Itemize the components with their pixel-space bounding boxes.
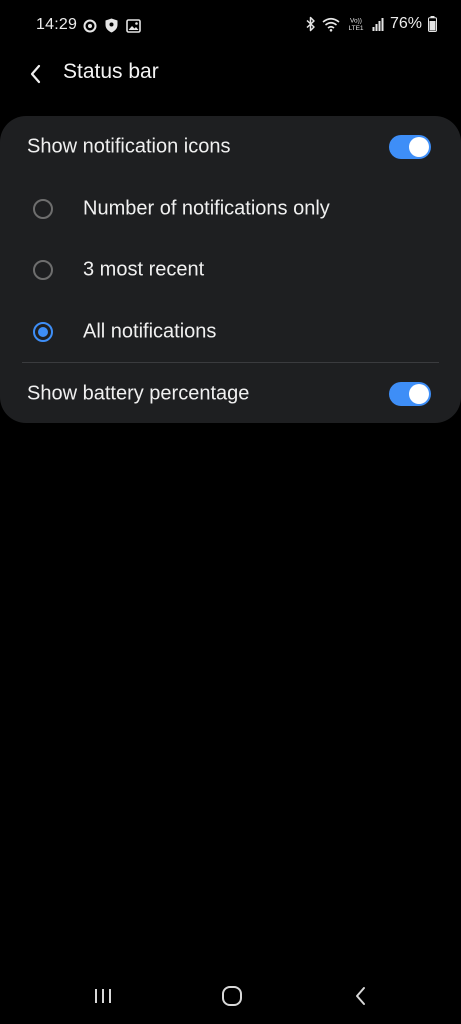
home-icon: [218, 982, 246, 1010]
show-notification-icons-label: Show notification icons: [27, 135, 231, 158]
show-battery-percentage-label: Show battery percentage: [27, 382, 250, 405]
wifi-icon: [322, 17, 340, 32]
status-bar: 14:29 Vo)) LTE1 76%: [0, 0, 461, 52]
battery-percentage: 76%: [389, 15, 422, 32]
app-header: Status bar: [0, 52, 461, 96]
battery-icon: [428, 16, 437, 32]
nav-back-button[interactable]: [347, 982, 375, 1010]
show-notification-icons-row[interactable]: Show notification icons: [0, 116, 461, 178]
status-time: 14:29: [36, 16, 78, 33]
back-icon: [347, 982, 375, 1010]
toggle-knob: [409, 384, 429, 404]
back-button[interactable]: [22, 60, 50, 88]
shield-icon: [105, 18, 118, 33]
chevron-left-icon: [22, 60, 50, 88]
image-icon: [126, 18, 141, 33]
home-button[interactable]: [218, 982, 246, 1010]
notification-icons: [83, 18, 141, 33]
navigation-bar: [0, 968, 461, 1024]
system-icons: Vo)) LTE1 76%: [306, 15, 437, 33]
show-battery-percentage-row[interactable]: Show battery percentage: [0, 363, 461, 425]
recents-button[interactable]: [89, 982, 117, 1010]
option-number-only[interactable]: Number of notifications only: [0, 178, 461, 240]
show-battery-percentage-toggle[interactable]: [389, 382, 431, 406]
option-label: All notifications: [83, 320, 217, 343]
option-label: Number of notifications only: [83, 197, 330, 220]
show-notification-icons-toggle[interactable]: [389, 135, 431, 159]
radio-all-notifications[interactable]: [33, 322, 53, 342]
settings-card: Show notification icons Number of notifi…: [0, 116, 461, 423]
bluetooth-icon: [306, 16, 316, 32]
option-3-most-recent[interactable]: 3 most recent: [0, 239, 461, 301]
option-all-notifications[interactable]: All notifications: [0, 301, 461, 363]
page-title: Status bar: [63, 60, 159, 83]
svg-text:Vo)): Vo)): [350, 18, 362, 25]
signal-icon: [372, 17, 384, 31]
option-label: 3 most recent: [83, 258, 205, 281]
radio-selected-dot: [38, 327, 48, 337]
svg-text:LTE1: LTE1: [348, 25, 363, 32]
radio-3-most-recent[interactable]: [33, 260, 53, 280]
volte-lte-icon: Vo)) LTE1: [346, 16, 366, 33]
recents-icon: [89, 982, 117, 1010]
toggle-knob: [409, 137, 429, 157]
radio-number-only[interactable]: [33, 199, 53, 219]
circle-dot-icon: [83, 19, 97, 33]
